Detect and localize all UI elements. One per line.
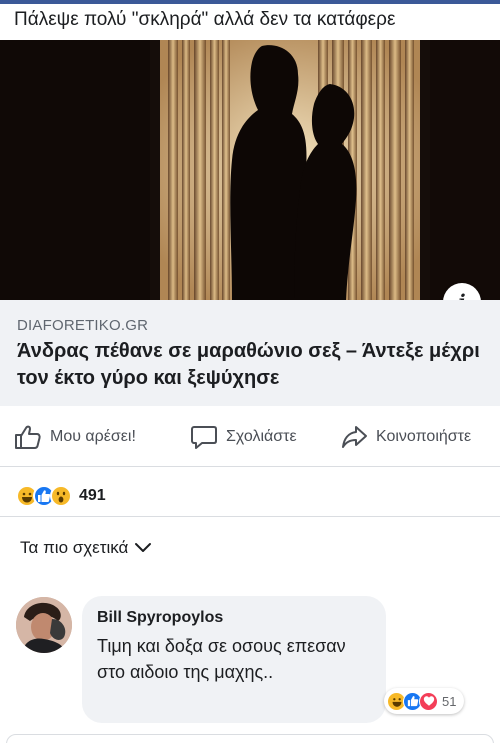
link-preview-image[interactable] — [0, 40, 500, 300]
sort-label: Τα πιο σχετικά — [20, 538, 129, 557]
love-icon — [419, 691, 438, 711]
comment-reaction-count: 51 — [442, 693, 457, 709]
thumbs-up-icon — [15, 425, 41, 449]
like-button[interactable]: Μου αρέσει! — [14, 412, 136, 462]
top-accent-bar — [0, 0, 500, 4]
share-arrow-icon — [342, 426, 367, 448]
comment-sort-dropdown[interactable]: Τα πιο σχετικά — [20, 538, 152, 558]
comment-button[interactable]: Σχολιάστε — [190, 412, 297, 462]
share-label: Κοινοποιήστε — [376, 428, 472, 445]
reaction-count: 491 — [79, 487, 106, 504]
comment-text: Τιμη και δοξα σε οσους επεσαν στο αιδοιο… — [97, 636, 346, 682]
divider — [0, 516, 500, 517]
link-title[interactable]: Άνδρας πέθανε σε μαραθώνιο σεξ – Άντεξε … — [17, 338, 487, 392]
link-domain: DIAFORETIKO.GR — [17, 317, 149, 334]
chevron-down-icon — [135, 543, 152, 552]
comment-label: Σχολιάστε — [226, 428, 297, 445]
comment-author[interactable]: Bill Spyropoylos — [97, 609, 223, 627]
comment-reactions[interactable]: 51 — [384, 688, 465, 714]
share-button[interactable]: Κοινοποιήστε — [340, 412, 471, 462]
post-actions-bar: Μου αρέσει! Σχολιάστε Κοινοποιήστε — [0, 412, 500, 462]
wow-icon — [50, 485, 72, 507]
post-caption: Πάλεψε πολύ "σκληρά" αλλά δεν τα κατάφερ… — [14, 9, 396, 30]
silhouette-photo — [0, 40, 500, 300]
comment-bubble-icon — [191, 426, 217, 449]
reactions-summary[interactable]: 491 — [16, 484, 106, 508]
avatar[interactable] — [16, 597, 72, 653]
like-label: Μου αρέσει! — [50, 428, 136, 445]
user-photo-icon — [16, 597, 72, 653]
next-comment-edge — [6, 734, 494, 743]
divider — [0, 466, 500, 467]
